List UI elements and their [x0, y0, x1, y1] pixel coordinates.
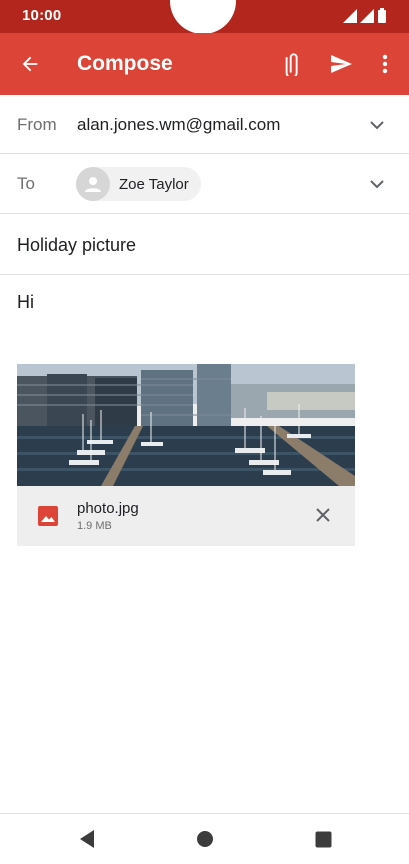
attachment-file-size: 1.9 MB: [77, 520, 112, 532]
subject-row[interactable]: Holiday picture: [0, 214, 409, 275]
status-bar: 10:00: [0, 0, 409, 34]
nav-back-button[interactable]: [74, 826, 100, 852]
system-nav-bar: [0, 813, 409, 864]
from-row: From alan.jones.wm@gmail.com: [0, 95, 409, 154]
attachment-file-name: photo.jpg: [77, 500, 139, 517]
to-row: To Zoe Taylor: [0, 154, 409, 214]
attachment-info: photo.jpg 1.9 MB: [17, 486, 355, 546]
attachment-preview-image[interactable]: [17, 364, 355, 486]
from-dropdown-button[interactable]: [365, 113, 389, 137]
paperclip-icon: [285, 53, 298, 76]
app-bar: Compose: [0, 33, 409, 95]
to-label: To: [17, 174, 35, 193]
nav-recents-icon: [315, 831, 331, 847]
status-icons: [343, 8, 387, 23]
send-icon: [331, 55, 352, 73]
more-options-button[interactable]: [371, 48, 399, 80]
nav-home-button[interactable]: [192, 826, 218, 852]
remove-attachment-button[interactable]: [311, 503, 335, 527]
page-title: Compose: [77, 52, 173, 75]
harbor-photo: [17, 364, 355, 486]
nav-recents-button[interactable]: [310, 826, 336, 852]
person-icon: [85, 177, 101, 192]
send-button[interactable]: [325, 48, 357, 80]
arrow-back-icon: [22, 56, 38, 72]
chevron-down-icon: [370, 120, 384, 129]
from-account[interactable]: alan.jones.wm@gmail.com: [77, 115, 280, 135]
signal-icon: [360, 8, 374, 23]
image-icon: [38, 506, 58, 526]
attach-button[interactable]: [274, 48, 306, 80]
avatar: [76, 167, 110, 201]
recipient-chip[interactable]: Zoe Taylor: [76, 167, 201, 201]
body-field[interactable]: Hi: [17, 292, 34, 313]
battery-icon: [378, 8, 386, 23]
chevron-down-icon: [370, 179, 384, 188]
nav-back-icon: [80, 830, 94, 848]
status-time: 10:00: [22, 7, 62, 24]
more-vert-icon: [382, 54, 388, 74]
to-dropdown-button[interactable]: [365, 172, 389, 196]
camera-notch: [170, 0, 236, 34]
attachment-card[interactable]: photo.jpg 1.9 MB: [17, 364, 355, 546]
nav-home-icon: [197, 831, 213, 847]
subject-field[interactable]: Holiday picture: [17, 235, 136, 256]
close-icon: [316, 508, 330, 522]
from-label: From: [17, 115, 57, 134]
back-button[interactable]: [14, 48, 46, 80]
wifi-icon: [343, 8, 357, 23]
recipient-name: Zoe Taylor: [119, 175, 189, 193]
